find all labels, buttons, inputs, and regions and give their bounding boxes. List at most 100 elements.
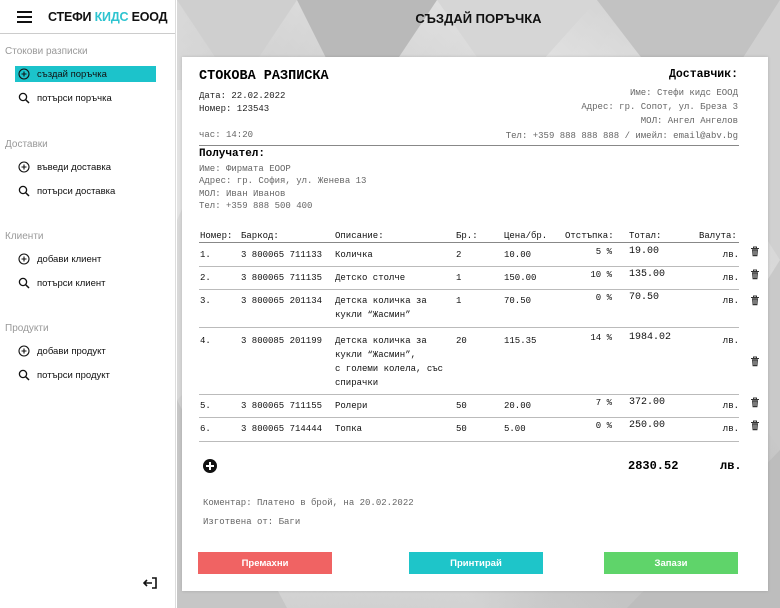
row-description-line: Детска количка за bbox=[335, 336, 427, 346]
recipient-phone: Тел: +359 888 500 400 bbox=[199, 201, 313, 211]
sidebar: СТЕФИ КИДС ЕООД Стокови разписки създай п… bbox=[0, 0, 176, 608]
row-description-line: Количка bbox=[335, 250, 373, 260]
table-header-cell: Тотал: bbox=[629, 231, 662, 241]
brand-logo: СТЕФИ КИДС ЕООД bbox=[48, 9, 168, 24]
delete-row-trash-icon[interactable] bbox=[750, 293, 760, 306]
row-price: 5.00 bbox=[504, 424, 526, 434]
sidebar-item[interactable]: потърси доставка bbox=[15, 183, 156, 199]
page-title: СЪЗДАЙ ПОРЪЧКА bbox=[415, 10, 542, 26]
sidebar-item-label: потърси клиент bbox=[37, 277, 106, 289]
row-number: 3. bbox=[200, 296, 211, 306]
row-description-line: Детско столче bbox=[335, 273, 406, 283]
row-price: 70.50 bbox=[504, 296, 532, 306]
row-discount: 0 % bbox=[595, 421, 612, 431]
row-total: 70.50 bbox=[629, 292, 660, 303]
sidebar-item-label: създай поръчка bbox=[37, 68, 107, 80]
row-total: 372.00 bbox=[629, 397, 666, 408]
supplier-label: Доставчик: bbox=[668, 68, 738, 81]
row-discount: 5 % bbox=[595, 247, 612, 257]
row-description-line: спирачки bbox=[335, 378, 379, 388]
plus-circle-icon bbox=[17, 344, 31, 358]
add-row-button[interactable] bbox=[203, 459, 217, 473]
brand-bar: СТЕФИ КИДС ЕООД bbox=[0, 0, 175, 34]
remove-button[interactable]: Премахни bbox=[198, 552, 332, 574]
recipient-label: Получател: bbox=[199, 148, 266, 160]
delete-row-trash-icon[interactable] bbox=[750, 267, 760, 280]
row-description-line: с големи колела, със bbox=[335, 364, 444, 374]
row-divider bbox=[199, 417, 739, 418]
row-divider bbox=[199, 289, 739, 290]
row-number: 6. bbox=[200, 424, 211, 434]
search-icon bbox=[17, 276, 31, 290]
sidebar-item-label: добави клиент bbox=[37, 253, 102, 265]
row-barcode: 3 800065 714444 bbox=[241, 424, 323, 434]
row-description-line: кукли “Жасмин” bbox=[335, 310, 411, 320]
table-header-cell: Бр.: bbox=[456, 231, 478, 241]
divider bbox=[199, 145, 739, 146]
print-button[interactable]: Принтирай bbox=[409, 552, 543, 574]
sidebar-item-label: въведи доставка bbox=[37, 161, 111, 173]
row-price: 20.00 bbox=[504, 401, 532, 411]
row-currency: лв. bbox=[722, 250, 739, 260]
document-title: СТОКОВА РАЗПИСКА bbox=[199, 69, 329, 84]
comment: Коментар: Платено в брой, на 20.02.2022 bbox=[203, 498, 414, 508]
row-quantity: 1 bbox=[456, 296, 462, 306]
row-divider bbox=[199, 441, 739, 442]
row-barcode: 3 800065 201134 bbox=[241, 296, 323, 306]
sidebar-item-label: потърси продукт bbox=[37, 369, 110, 381]
table-header-cell: Номер: bbox=[200, 231, 233, 241]
plus-circle-icon bbox=[17, 252, 31, 266]
sidebar-item[interactable]: потърси поръчка bbox=[15, 90, 156, 106]
sidebar-item[interactable]: въведи доставка bbox=[15, 159, 156, 175]
sidebar-item[interactable]: потърси продукт bbox=[15, 367, 156, 383]
row-currency: лв. bbox=[722, 424, 739, 434]
row-discount: 7 % bbox=[595, 398, 612, 408]
row-divider bbox=[199, 327, 739, 328]
row-currency: лв. bbox=[722, 401, 739, 411]
table-header-cell: Цена/бр. bbox=[504, 231, 548, 241]
row-barcode: 3 800065 711155 bbox=[241, 401, 323, 411]
sidebar-section-title: Стокови разписки bbox=[5, 46, 88, 57]
row-description-line: Ролери bbox=[335, 401, 368, 411]
sidebar-item[interactable]: потърси клиент bbox=[15, 275, 156, 291]
sidebar-item[interactable]: добави продукт bbox=[15, 343, 156, 359]
plus-circle-icon bbox=[17, 67, 31, 81]
row-divider bbox=[199, 266, 739, 267]
sidebar-item-label: потърси доставка bbox=[37, 185, 116, 197]
row-price: 10.00 bbox=[504, 250, 532, 260]
row-number: 5. bbox=[200, 401, 211, 411]
sidebar-item[interactable]: добави клиент bbox=[15, 251, 156, 267]
table-header-cell: Баркод: bbox=[241, 231, 279, 241]
delete-row-trash-icon[interactable] bbox=[750, 244, 760, 257]
grand-total-currency: лв. bbox=[720, 459, 742, 473]
sidebar-item[interactable]: създай поръчка bbox=[15, 66, 156, 82]
row-total: 250.00 bbox=[629, 420, 666, 431]
row-description-line: Топка bbox=[335, 424, 363, 434]
grand-total: 2830.52 bbox=[628, 459, 679, 473]
document-date: Дата: 22.02.2022 bbox=[199, 91, 286, 101]
table-header-cell: Отстъпка: bbox=[565, 231, 614, 241]
delete-row-trash-icon[interactable] bbox=[750, 418, 760, 431]
logout-icon[interactable] bbox=[142, 576, 157, 589]
row-discount: 10 % bbox=[590, 270, 612, 280]
sidebar-section-title: Доставки bbox=[5, 139, 48, 150]
row-currency: лв. bbox=[722, 273, 739, 283]
row-price: 150.00 bbox=[504, 273, 537, 283]
top-bar: СЪЗДАЙ ПОРЪЧКА bbox=[177, 0, 780, 36]
supplier-address: Адрес: гр. Сопот, ул. Бреза 3 bbox=[581, 102, 738, 112]
row-barcode: 3 800065 711135 bbox=[241, 273, 323, 283]
delete-row-trash-icon[interactable] bbox=[750, 354, 760, 367]
hamburger-menu-icon[interactable] bbox=[17, 10, 32, 23]
delete-row-trash-icon[interactable] bbox=[750, 395, 760, 408]
supplier-contact: Тел: +359 888 888 888 / имейл: email@abv… bbox=[505, 131, 738, 141]
table-header-cell: Валута: bbox=[699, 231, 737, 241]
table-header-divider bbox=[199, 242, 739, 243]
row-discount: 0 % bbox=[595, 293, 612, 303]
save-button[interactable]: Запази bbox=[604, 552, 738, 574]
row-quantity: 1 bbox=[456, 273, 462, 283]
row-number: 2. bbox=[200, 273, 211, 283]
sidebar-section-title: Продукти bbox=[5, 323, 49, 334]
row-discount: 14 % bbox=[590, 333, 612, 343]
row-currency: лв. bbox=[722, 336, 739, 346]
document-time: час: 14:20 bbox=[199, 130, 254, 140]
